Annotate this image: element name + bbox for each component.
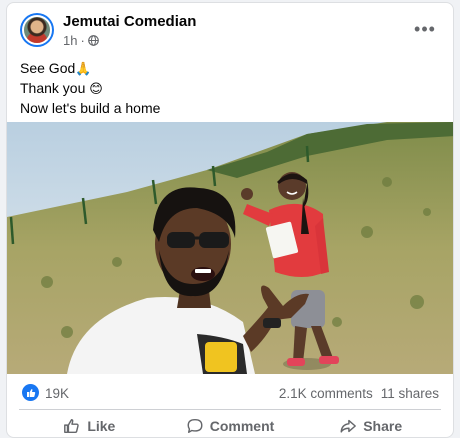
meta-separator: · [80,33,85,48]
post-header: Jemutai Comedian 1h · ••• [7,3,453,55]
globe-icon[interactable] [87,35,99,46]
shares-count[interactable]: 11 shares [381,386,439,401]
comment-icon [187,418,203,434]
author-avatar[interactable] [20,13,54,47]
comment-label: Comment [209,418,275,434]
post-stats: 19K 2.1K comments 11 shares [7,378,453,408]
avatar-image [22,15,52,45]
post-meta: 1h · [63,33,99,48]
engagement-counts: 2.1K comments 11 shares [279,386,439,401]
caption-text: Thank you [20,80,86,96]
selfie-landscape-image [7,122,453,374]
caption-line: Now let's build a home [20,99,160,117]
more-options-icon[interactable]: ••• [411,15,439,43]
post-caption: See God🙏 Thank you 😊 Now let's build a h… [20,59,160,117]
actions-divider [19,409,441,410]
post-time[interactable]: 1h [63,33,77,48]
comments-count[interactable]: 2.1K comments [279,386,373,401]
thumbs-up-icon [26,388,35,397]
reaction-count[interactable]: 19K [45,386,69,401]
like-button[interactable]: Like [19,412,160,437]
thumbs-up-icon [64,418,80,434]
author-name[interactable]: Jemutai Comedian [63,13,196,30]
like-label: Like [87,418,116,434]
caption-text: Now let's build a home [20,100,161,116]
smiling-face-emoji: 😊 [89,82,103,97]
share-label: Share [363,418,403,434]
post-actions: Like Comment Share [19,412,441,437]
caption-text: See God [20,60,76,76]
post-card: Jemutai Comedian 1h · ••• See God🙏 Thank… [6,2,454,438]
share-icon [340,419,357,433]
share-button[interactable]: Share [300,412,441,437]
caption-line: Thank you 😊 [20,79,160,99]
praying-hands-emoji: 🙏 [75,62,92,77]
like-icon[interactable] [22,384,39,401]
post-photo[interactable] [7,122,453,374]
comment-button[interactable]: Comment [160,412,301,437]
caption-line: See God🙏 [20,59,160,79]
